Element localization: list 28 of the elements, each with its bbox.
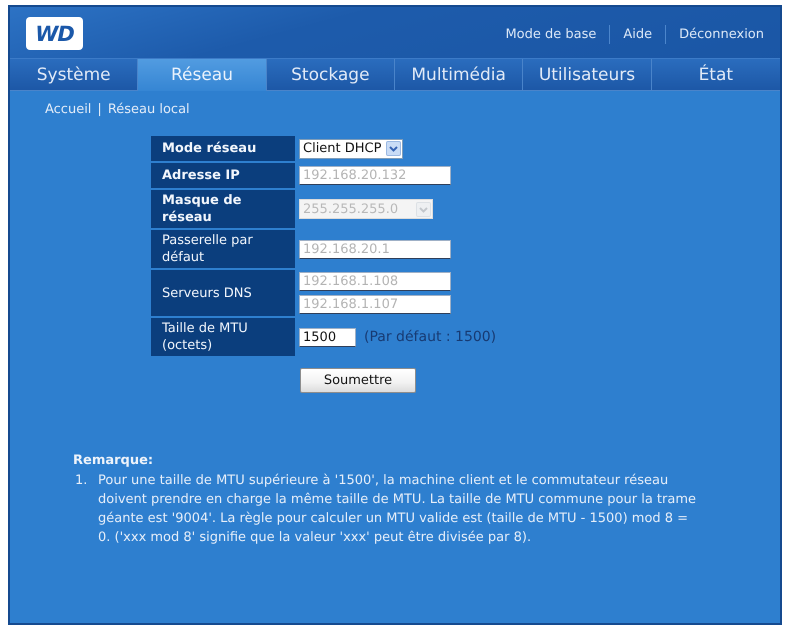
note-number: 1. (74, 472, 88, 490)
nav-tab[interactable]: Utilisateurs (523, 59, 652, 91)
breadcrumb-separator: | (97, 102, 102, 117)
header-link[interactable]: Aide (623, 27, 652, 42)
nav-tab[interactable]: Stockage (266, 59, 395, 91)
caret-icon (386, 141, 402, 156)
note-title: Remarque: (73, 453, 154, 468)
field-label: Taille de MTU (octets) (151, 318, 295, 356)
nav-tab[interactable]: Système (10, 59, 138, 91)
default-hint: (Par défaut : 1500) (364, 329, 496, 345)
submit-button[interactable]: Soumettre (300, 368, 416, 393)
logo: WD (26, 17, 83, 50)
caret-icon (416, 202, 431, 216)
nav-tab[interactable]: État (652, 59, 780, 91)
nav-tab[interactable]: Réseau (138, 59, 267, 91)
dropdown[interactable]: Client DHCP (299, 138, 404, 158)
field-label: Mode réseau (151, 136, 295, 161)
input-field[interactable]: 1500 (299, 328, 356, 346)
header-link[interactable]: Déconnexion (679, 27, 764, 42)
breadcrumb-link[interactable]: Accueil (45, 102, 92, 117)
field-label: Adresse IP (151, 163, 295, 188)
field-label: Masque de réseau (151, 190, 295, 228)
note-text: Pour une taille de MTU supérieure à '1500', la machine client et le commutateur réseau doivent prendre en charge la même taille de MTU. La taille de MTU commune pour la trame géante est '9004'. La règle pour calculer un MTU valide est (taille de MTU - 1500) mod 8 = 0. ('xxx mod 8' signifie que la valeur 'xxx' peut être divisée par 8). (98, 472, 697, 547)
nav-tab[interactable]: Multimédia (394, 59, 524, 91)
field-label: Passerelle par défaut (151, 230, 295, 268)
breadcrumb-link[interactable]: Réseau local (108, 102, 190, 117)
header-link[interactable]: Mode de base (505, 27, 596, 42)
field-label: Serveurs DNS (151, 270, 295, 316)
